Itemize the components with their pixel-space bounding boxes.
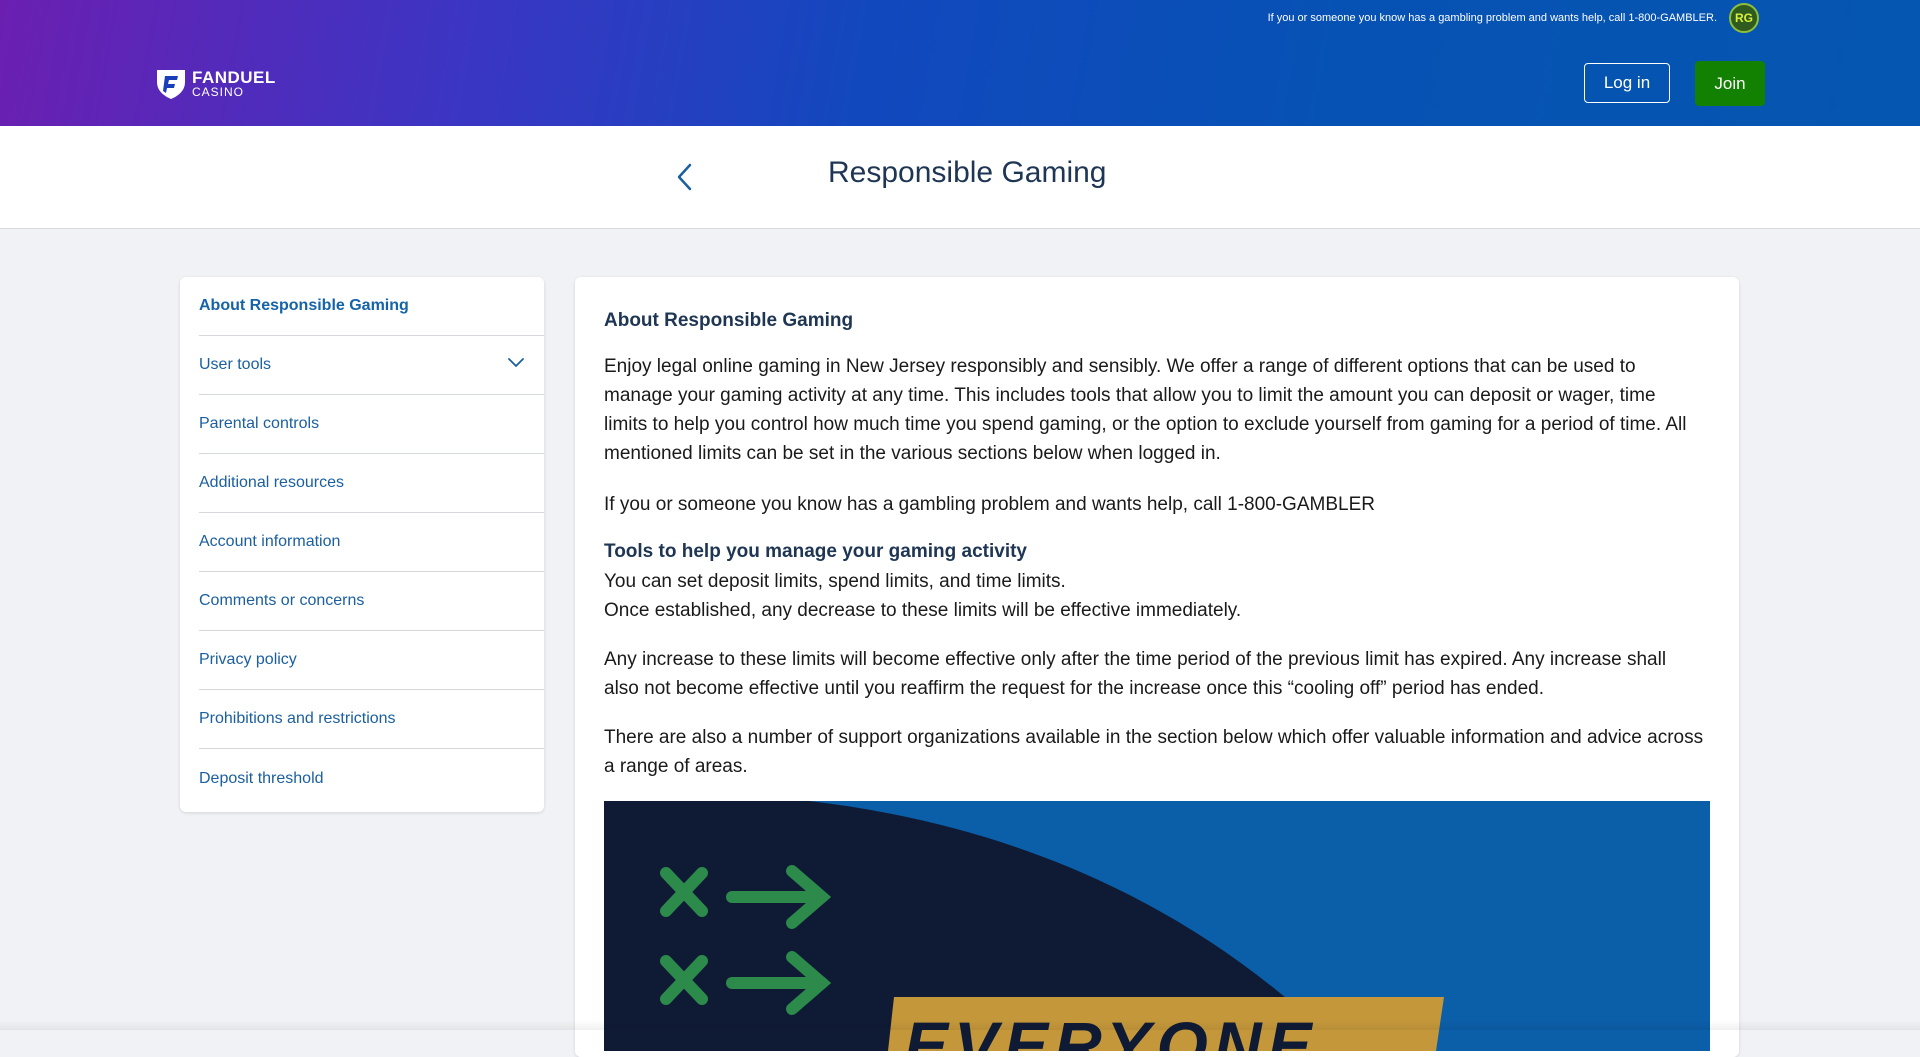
chevron-left-icon[interactable]	[672, 162, 698, 192]
sidebar-item-label: Privacy policy	[199, 651, 297, 668]
chevron-down-icon[interactable]	[508, 358, 524, 368]
sidebar-item-label: Parental controls	[199, 415, 320, 432]
sidebar-item-label: User tools	[199, 356, 272, 373]
increase-paragraph: Any increase to these limits will become…	[604, 649, 1667, 699]
helpline-paragraph: If you or someone you know has a gamblin…	[604, 494, 1375, 515]
tools-line-2: Once established, any decrease to these …	[604, 600, 1242, 621]
main-content-card: About Responsible Gaming Enjoy legal onl…	[575, 277, 1739, 1057]
sidebar-item-user-tools[interactable]: User tools	[199, 336, 544, 395]
content-heading: About Responsible Gaming	[604, 310, 854, 331]
logo-sub-text: CASINO	[192, 84, 245, 99]
bottom-shade	[0, 1020, 1920, 1030]
tools-line-1: You can set deposit limits, spend limits…	[604, 571, 1066, 592]
sidebar-item-parental-controls[interactable]: Parental controls	[199, 395, 544, 454]
sidebar-item-additional-resources[interactable]: Additional resources	[199, 454, 544, 513]
sidebar-item-label: Account information	[199, 533, 341, 550]
sidebar-item-label: Additional resources	[199, 474, 344, 491]
page-title: Responsible Gaming	[828, 156, 1107, 189]
support-paragraph: There are also a number of support organ…	[604, 727, 1704, 777]
intro-paragraph: Enjoy legal online gaming in New Jersey …	[604, 356, 1687, 464]
sidebar-item-privacy-policy[interactable]: Privacy policy	[199, 631, 544, 690]
page-title-bar: Responsible Gaming	[0, 126, 1920, 229]
logo-brand-text: FANDUEL	[192, 67, 276, 87]
sidebar-item-label: Comments or concerns	[199, 592, 365, 609]
fanduel-shield-icon	[157, 70, 185, 99]
sidebar-item-prohibitions[interactable]: Prohibitions and restrictions	[199, 690, 544, 749]
sidebar-item-label: Deposit threshold	[199, 769, 324, 787]
tools-heading: Tools to help you manage your gaming act…	[604, 541, 1027, 562]
sidebar-item-label: About Responsible Gaming	[199, 297, 409, 314]
sidebar-item-account-information[interactable]: Account information	[199, 513, 544, 572]
login-button[interactable]: Log in	[1584, 63, 1670, 103]
sidebar-item-deposit-threshold[interactable]: Deposit threshold	[199, 749, 544, 808]
helpline-banner: If you or someone you know has a gamblin…	[1267, 12, 1717, 24]
sidebar-nav: About Responsible Gaming User tools Pare…	[180, 277, 544, 812]
sidebar-item-comments-concerns[interactable]: Comments or concerns	[199, 572, 544, 631]
responsible-gaming-banner: EVERYONE	[604, 801, 1710, 1051]
sidebar-item-label: Prohibitions and restrictions	[199, 710, 396, 727]
sidebar-item-about[interactable]: About Responsible Gaming	[199, 277, 544, 336]
fanduel-casino-logo[interactable]: FANDUEL CASINO	[154, 66, 276, 100]
join-button[interactable]: Join	[1695, 61, 1765, 106]
site-header: If you or someone you know has a gamblin…	[0, 0, 1920, 126]
rg-badge-icon[interactable]: RG	[1729, 3, 1759, 33]
